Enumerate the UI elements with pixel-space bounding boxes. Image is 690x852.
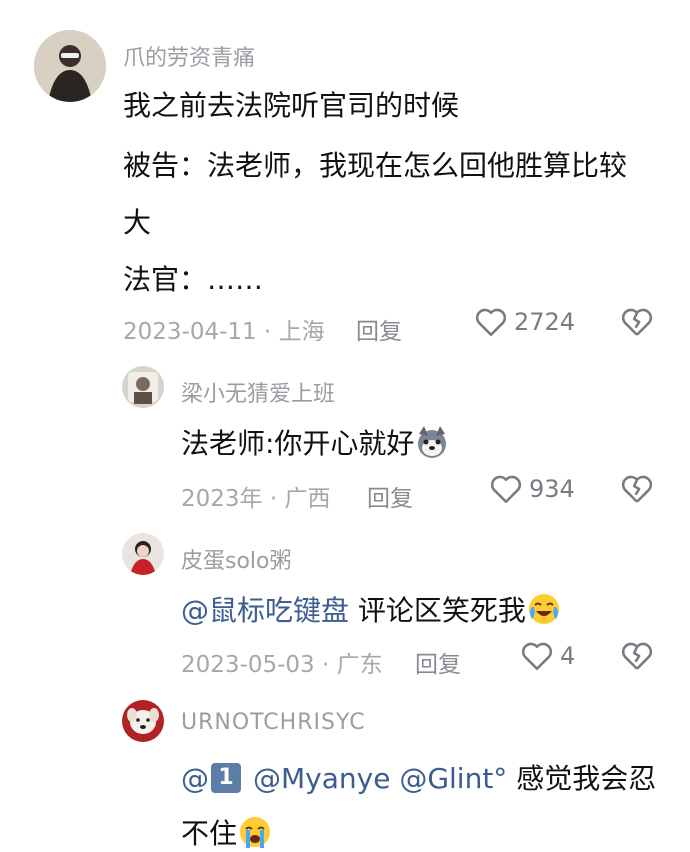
avatar[interactable] — [122, 533, 164, 575]
comment-meta: 2023-04-11 · 上海 — [123, 319, 325, 345]
person-avatar-icon — [34, 30, 106, 102]
reply-button[interactable]: 回复 — [415, 645, 461, 679]
comment-text: @鼠标吃键盘 评论区笑死我 — [181, 589, 562, 629]
broken-heart-icon — [621, 642, 653, 670]
like-button[interactable]: 2724 — [474, 306, 575, 338]
comment-text: 法老师:你开心就好 — [181, 422, 450, 462]
mention-link[interactable]: @鼠标吃键盘 — [181, 594, 349, 627]
comment-text: @1 @Myanye @Glint° 感觉我会忍 — [181, 757, 656, 797]
person-avatar-icon — [122, 533, 164, 575]
comment-meta: 2023年 · 广西 — [181, 486, 331, 512]
dislike-button[interactable] — [620, 473, 654, 509]
comment-text-line: 被告：法老师，我现在怎么回他胜算比较 — [123, 149, 628, 182]
username[interactable]: 梁小无猜爱上班 — [181, 376, 335, 408]
reply-button[interactable]: 回复 — [356, 312, 402, 346]
crying-emoji — [240, 817, 271, 848]
keycap-digit: 1 — [218, 765, 234, 790]
reply-button[interactable]: 回复 — [367, 479, 413, 513]
broken-heart-icon — [621, 308, 653, 336]
username[interactable]: URNOTCHRISYC — [181, 710, 366, 735]
avatar[interactable] — [122, 366, 164, 408]
keycap-1-emoji: 1 — [211, 763, 241, 793]
broken-heart-icon — [621, 475, 653, 503]
username[interactable]: 爪的劳资青痛 — [123, 40, 255, 72]
comment-text-content: 法老师:你开心就好 — [181, 427, 415, 460]
mention-link[interactable]: @Myanye @Glint° — [253, 762, 507, 795]
crying-laughing-emoji — [528, 594, 559, 624]
dog-avatar-icon — [122, 700, 164, 742]
like-button[interactable]: 934 — [489, 473, 575, 505]
comment-text-content: 感觉我会忍 — [507, 762, 657, 795]
heart-outline-icon — [521, 642, 553, 671]
comment-text: 不住 — [181, 812, 273, 852]
avatar[interactable] — [122, 700, 164, 742]
comment-text-content: 不住 — [181, 817, 238, 850]
comment-text-line: 大 — [123, 206, 152, 239]
avatar[interactable] — [34, 30, 106, 102]
comment-text-line: 法官：…… — [123, 263, 264, 296]
username[interactable]: 皮蛋solo粥 — [181, 543, 292, 575]
person-avatar-icon — [122, 366, 164, 408]
heart-outline-icon — [475, 308, 507, 337]
comment-meta: 2023-05-03 · 广东 — [181, 652, 383, 678]
like-count: 934 — [529, 475, 575, 503]
dislike-button[interactable] — [620, 640, 654, 676]
like-count: 4 — [560, 642, 576, 670]
husky-emoji — [418, 426, 447, 458]
mention-link[interactable]: @ — [181, 762, 209, 795]
dislike-button[interactable] — [620, 306, 654, 342]
heart-outline-icon — [490, 475, 522, 504]
comment-text-content: 评论区笑死我 — [349, 594, 526, 627]
like-count: 2724 — [514, 308, 576, 336]
like-button[interactable]: 4 — [520, 640, 575, 672]
comment-text-line: 我之前去法院听官司的时候 — [123, 89, 460, 122]
